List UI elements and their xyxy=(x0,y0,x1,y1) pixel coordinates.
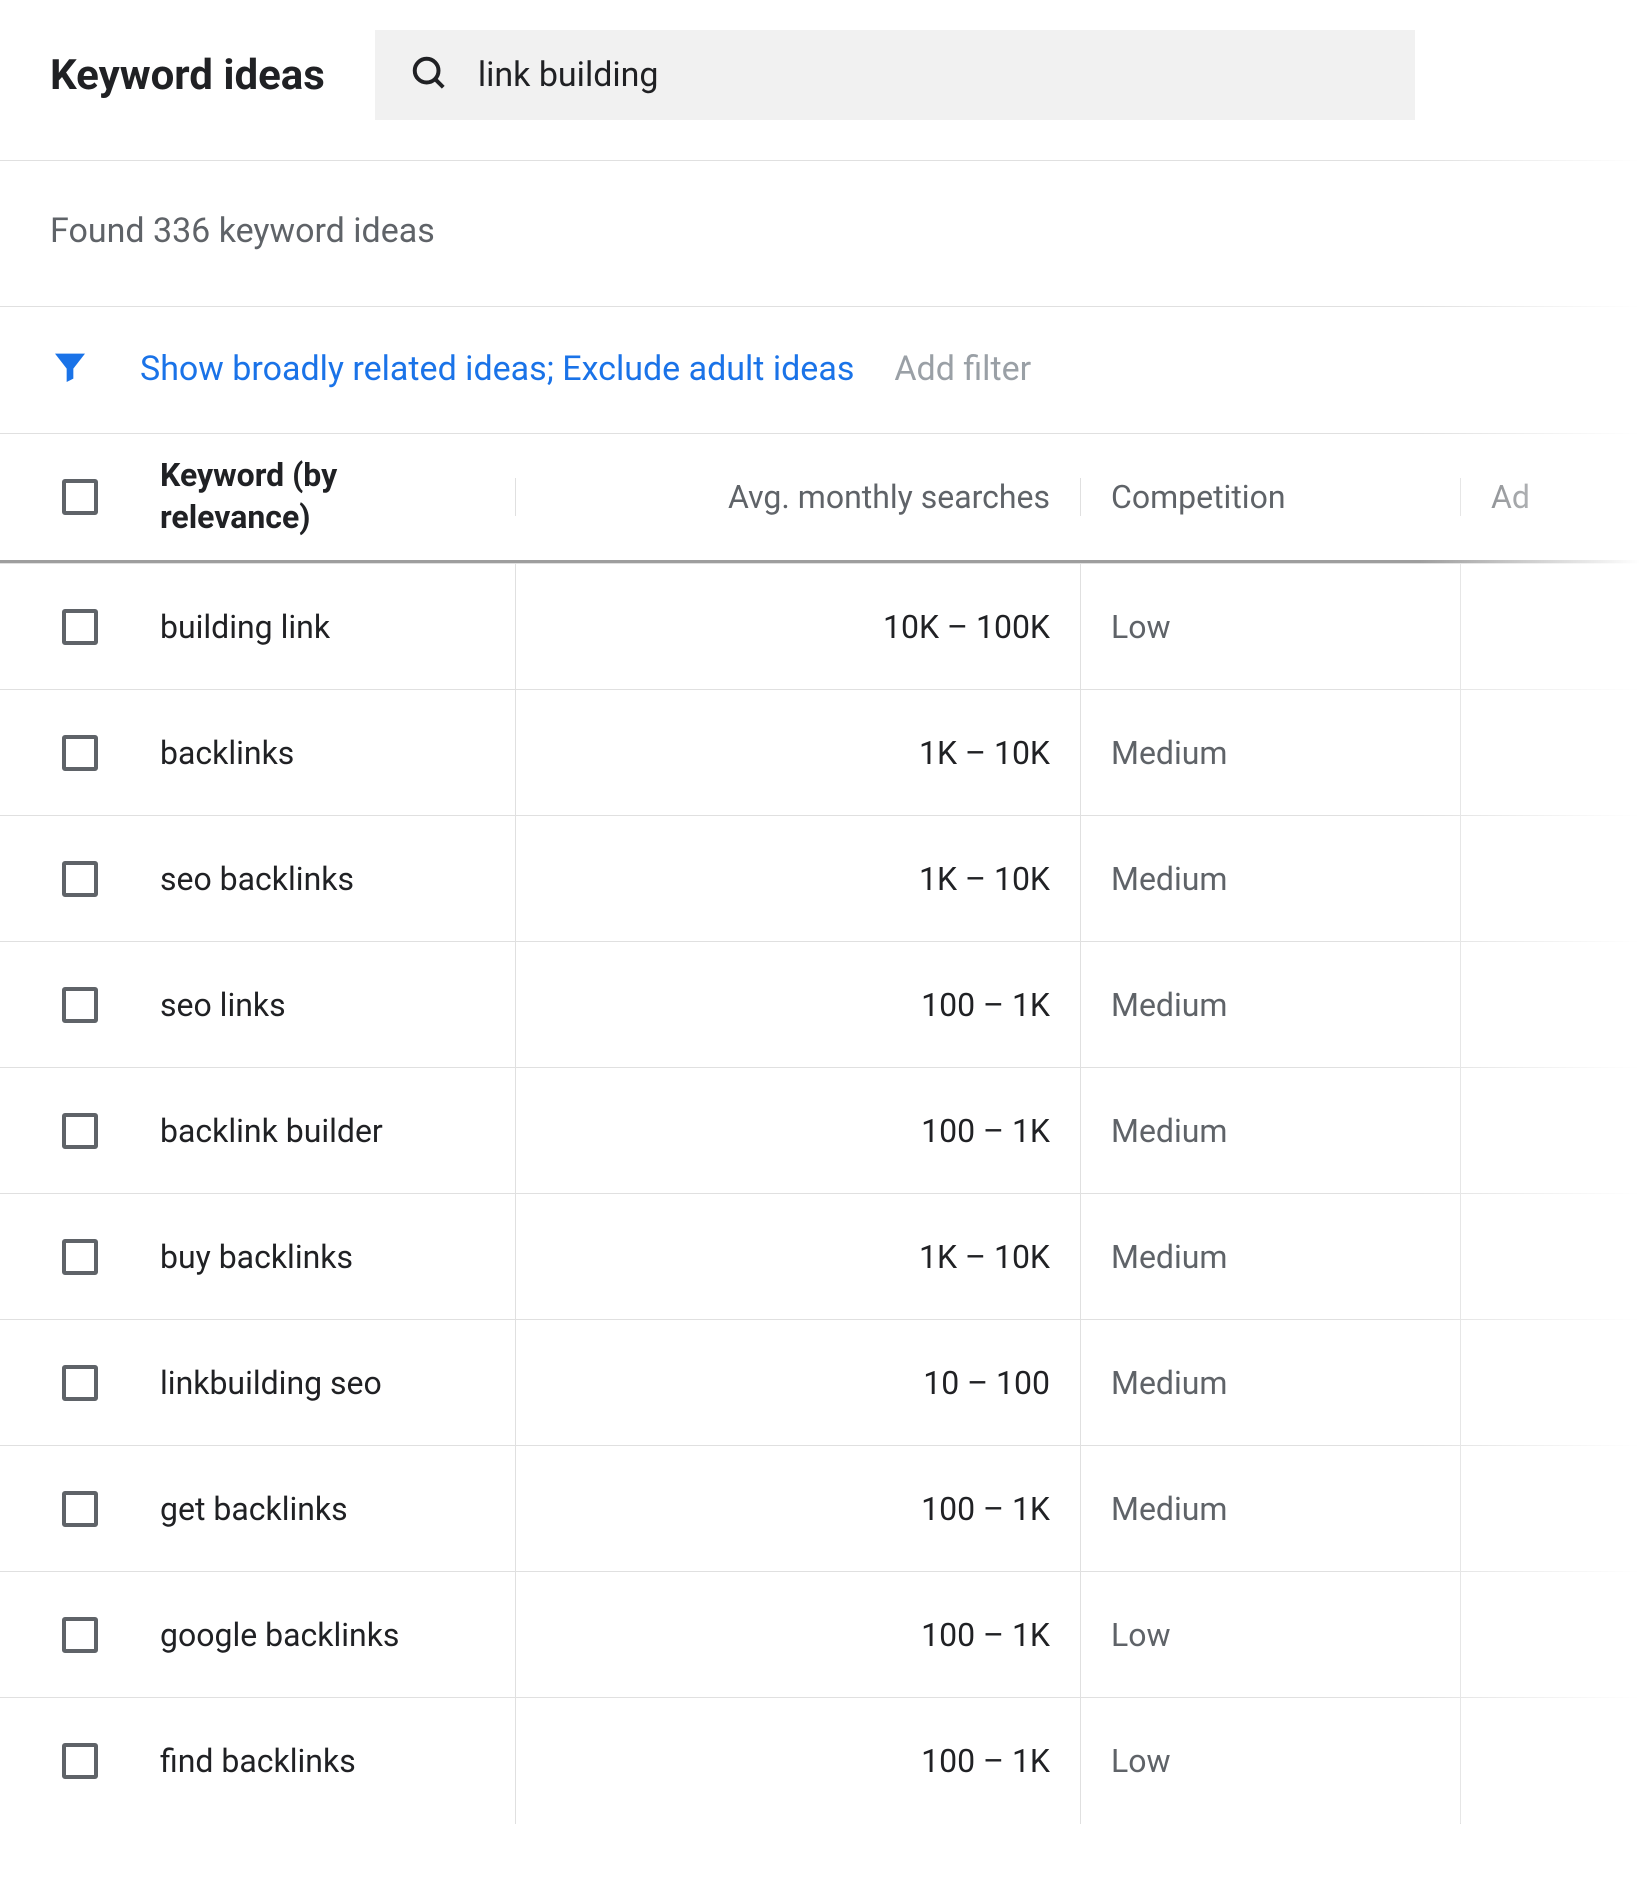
select-all-checkbox[interactable] xyxy=(62,479,98,515)
row-checkbox[interactable] xyxy=(62,609,98,645)
row-checkbox[interactable] xyxy=(62,1743,98,1779)
row-checkbox-cell xyxy=(0,987,160,1023)
row-checkbox-cell xyxy=(0,1113,160,1149)
ad-cell xyxy=(1460,1572,1640,1698)
filter-icon[interactable] xyxy=(50,347,90,391)
select-all-cell xyxy=(0,479,160,515)
table-row: building link10K – 100KLow xyxy=(0,563,1640,689)
table-row: backlink builder100 – 1KMedium xyxy=(0,1067,1640,1193)
keyword-cell: seo backlinks xyxy=(160,860,515,898)
table-row: get backlinks100 – 1KMedium xyxy=(0,1445,1640,1571)
keyword-table: Keyword (by relevance) Avg. monthly sear… xyxy=(0,433,1640,1823)
keyword-cell: buy backlinks xyxy=(160,1238,515,1276)
search-box[interactable]: link building xyxy=(375,30,1415,120)
row-checkbox-cell xyxy=(0,1239,160,1275)
column-header-keyword[interactable]: Keyword (by relevance) xyxy=(160,455,515,538)
table-row: linkbuilding seo10 – 100Medium xyxy=(0,1319,1640,1445)
searches-cell: 10K – 100K xyxy=(515,564,1080,690)
header-row: Keyword ideas link building xyxy=(0,0,1640,160)
row-checkbox[interactable] xyxy=(62,987,98,1023)
keyword-cell: building link xyxy=(160,608,515,646)
competition-cell: Medium xyxy=(1080,690,1460,816)
ad-cell xyxy=(1460,1194,1640,1320)
ad-cell xyxy=(1460,690,1640,816)
ad-cell xyxy=(1460,564,1640,690)
searches-cell: 100 – 1K xyxy=(515,1698,1080,1824)
search-icon xyxy=(410,54,448,96)
row-checkbox[interactable] xyxy=(62,1617,98,1653)
table-row: buy backlinks1K – 10KMedium xyxy=(0,1193,1640,1319)
table-row: seo backlinks1K – 10KMedium xyxy=(0,815,1640,941)
competition-cell: Medium xyxy=(1080,1194,1460,1320)
table-row: find backlinks100 – 1KLow xyxy=(0,1697,1640,1823)
searches-cell: 100 – 1K xyxy=(515,1572,1080,1698)
competition-cell: Medium xyxy=(1080,942,1460,1068)
row-checkbox-cell xyxy=(0,1365,160,1401)
ad-cell xyxy=(1460,1698,1640,1824)
table-header-row: Keyword (by relevance) Avg. monthly sear… xyxy=(0,433,1640,563)
column-header-competition[interactable]: Competition xyxy=(1080,478,1460,516)
ad-cell xyxy=(1460,1320,1640,1446)
ad-cell xyxy=(1460,942,1640,1068)
filter-bar: Show broadly related ideas; Exclude adul… xyxy=(0,306,1640,433)
competition-cell: Low xyxy=(1080,564,1460,690)
keyword-cell: get backlinks xyxy=(160,1490,515,1528)
column-header-searches[interactable]: Avg. monthly searches xyxy=(515,478,1080,516)
row-checkbox-cell xyxy=(0,609,160,645)
keyword-cell: linkbuilding seo xyxy=(160,1364,515,1402)
row-checkbox-cell xyxy=(0,735,160,771)
column-header-ad[interactable]: Ad xyxy=(1460,478,1640,516)
searches-cell: 100 – 1K xyxy=(515,1446,1080,1572)
searches-cell: 1K – 10K xyxy=(515,690,1080,816)
searches-cell: 100 – 1K xyxy=(515,1068,1080,1194)
searches-cell: 100 – 1K xyxy=(515,942,1080,1068)
keyword-cell: google backlinks xyxy=(160,1616,515,1654)
table-row: backlinks1K – 10KMedium xyxy=(0,689,1640,815)
competition-cell: Medium xyxy=(1080,1068,1460,1194)
keyword-cell: find backlinks xyxy=(160,1742,515,1780)
row-checkbox[interactable] xyxy=(62,1491,98,1527)
row-checkbox[interactable] xyxy=(62,861,98,897)
ad-cell xyxy=(1460,1446,1640,1572)
competition-cell: Medium xyxy=(1080,1320,1460,1446)
search-input-value: link building xyxy=(478,55,659,95)
searches-cell: 1K – 10K xyxy=(515,1194,1080,1320)
competition-cell: Low xyxy=(1080,1572,1460,1698)
results-summary: Found 336 keyword ideas xyxy=(0,161,1640,306)
competition-cell: Medium xyxy=(1080,816,1460,942)
row-checkbox[interactable] xyxy=(62,1239,98,1275)
row-checkbox-cell xyxy=(0,1743,160,1779)
row-checkbox[interactable] xyxy=(62,735,98,771)
row-checkbox-cell xyxy=(0,1491,160,1527)
row-checkbox-cell xyxy=(0,861,160,897)
add-filter-button[interactable]: Add filter xyxy=(894,349,1031,389)
competition-cell: Low xyxy=(1080,1698,1460,1824)
table-row: seo links100 – 1KMedium xyxy=(0,941,1640,1067)
table-row: google backlinks100 – 1KLow xyxy=(0,1571,1640,1697)
page-title: Keyword ideas xyxy=(50,51,325,100)
competition-cell: Medium xyxy=(1080,1446,1460,1572)
searches-cell: 10 – 100 xyxy=(515,1320,1080,1446)
keyword-cell: backlinks xyxy=(160,734,515,772)
row-checkbox[interactable] xyxy=(62,1365,98,1401)
row-checkbox[interactable] xyxy=(62,1113,98,1149)
keyword-cell: seo links xyxy=(160,986,515,1024)
keyword-cell: backlink builder xyxy=(160,1112,515,1150)
ad-cell xyxy=(1460,1068,1640,1194)
row-checkbox-cell xyxy=(0,1617,160,1653)
ad-cell xyxy=(1460,816,1640,942)
searches-cell: 1K – 10K xyxy=(515,816,1080,942)
active-filters-link[interactable]: Show broadly related ideas; Exclude adul… xyxy=(140,349,854,389)
